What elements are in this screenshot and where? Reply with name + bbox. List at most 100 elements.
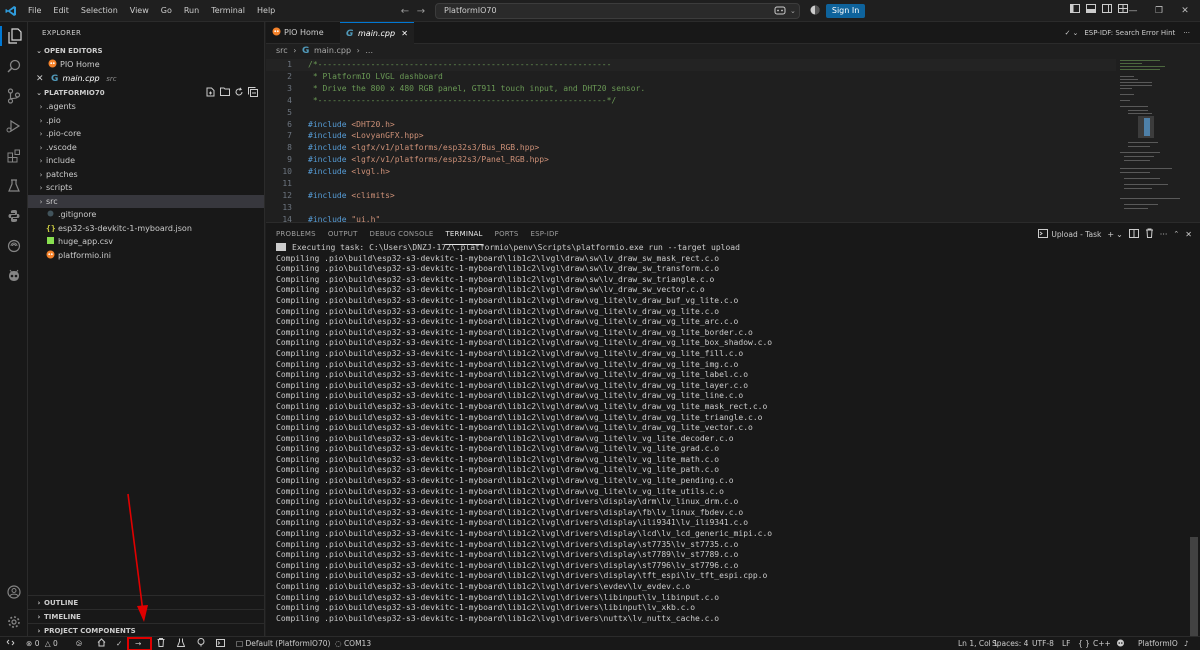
menu-file[interactable]: File bbox=[22, 0, 47, 22]
tab-ports[interactable]: PORTS bbox=[495, 223, 519, 245]
remote-icon[interactable] bbox=[4, 236, 24, 256]
problems-indicator[interactable]: ⊗ 0 △ 0 bbox=[26, 637, 58, 650]
chevron-down-icon[interactable]: ⌄ bbox=[1116, 230, 1123, 239]
new-terminal-icon[interactable] bbox=[216, 637, 225, 650]
project-components-section[interactable]: › PROJECT COMPONENTS bbox=[28, 623, 265, 637]
platformio-alien-icon[interactable] bbox=[1116, 637, 1125, 650]
tree-item-pio[interactable]: › .pio bbox=[28, 114, 264, 128]
toggle-secondary-sidebar-icon[interactable] bbox=[1102, 4, 1114, 16]
settings-gear-icon[interactable] bbox=[4, 612, 24, 632]
timeline-section[interactable]: › TIMELINE bbox=[28, 609, 265, 623]
python-icon[interactable] bbox=[4, 206, 24, 226]
tab-esp-idf[interactable]: ESP-IDF bbox=[530, 223, 558, 245]
tree-item-pio-core[interactable]: › .pio-core bbox=[28, 127, 264, 141]
maximize-panel-icon[interactable]: ⌃ bbox=[1173, 230, 1179, 238]
platformio-label[interactable]: PlatformIO bbox=[1138, 637, 1178, 650]
explorer-icon[interactable] bbox=[0, 26, 28, 46]
source-control-icon[interactable] bbox=[4, 86, 24, 106]
search-icon[interactable] bbox=[4, 56, 24, 76]
terminal-scrollbar[interactable] bbox=[1190, 537, 1198, 637]
account-globe-icon[interactable] bbox=[810, 5, 820, 17]
indentation[interactable]: Spaces: 4 bbox=[992, 637, 1028, 650]
close-panel-icon[interactable]: ✕ bbox=[1185, 230, 1192, 239]
tree-item-platformio-ini[interactable]: platformio.ini bbox=[28, 249, 264, 263]
tree-item-patches[interactable]: › patches bbox=[28, 168, 264, 182]
kill-terminal-trash-icon[interactable] bbox=[1145, 228, 1154, 240]
menu-selection[interactable]: Selection bbox=[75, 0, 124, 22]
menu-run[interactable]: Run bbox=[178, 0, 205, 22]
close-icon[interactable]: ✕ bbox=[36, 73, 48, 87]
sign-in-button[interactable]: Sign In bbox=[825, 4, 866, 18]
minimap[interactable] bbox=[1118, 58, 1192, 222]
restore-icon[interactable]: ❐ bbox=[1146, 0, 1172, 22]
open-editor-main-cpp[interactable]: ✕ Gmain.cpp src bbox=[28, 72, 264, 86]
platformio-test-flask-icon[interactable] bbox=[176, 637, 186, 650]
language-mode[interactable]: C++ bbox=[1093, 637, 1111, 650]
split-terminal-icon[interactable] bbox=[1128, 228, 1139, 240]
platformio-alien-icon[interactable] bbox=[4, 266, 24, 286]
broadcast-icon[interactable]: ⧁ bbox=[76, 637, 82, 650]
minimize-icon[interactable]: — bbox=[1120, 0, 1146, 22]
terminal-output[interactable]: Executing task: C:\Users\DNZJ-172\.platf… bbox=[276, 243, 1176, 624]
tree-item-gitignore[interactable]: .gitignore bbox=[28, 208, 264, 222]
refresh-icon[interactable] bbox=[234, 87, 244, 97]
esp-idf-search-error-hint[interactable]: ESP-IDF: Search Error Hint bbox=[1084, 22, 1175, 44]
tab-main-cpp[interactable]: Gmain.cpp ✕ bbox=[340, 22, 414, 44]
toggle-panel-icon[interactable] bbox=[1086, 4, 1098, 16]
toggle-sidebar-icon[interactable] bbox=[1070, 4, 1082, 16]
close-tab-icon[interactable]: ✕ bbox=[401, 23, 408, 45]
platformio-build-check-icon[interactable]: ✓ bbox=[116, 637, 122, 650]
new-folder-icon[interactable] bbox=[220, 87, 230, 97]
menu-terminal[interactable]: Terminal bbox=[205, 0, 251, 22]
tree-item-vscode[interactable]: › .vscode bbox=[28, 141, 264, 155]
tab-terminal[interactable]: TERMINAL bbox=[445, 223, 483, 245]
copilot-icon[interactable] bbox=[774, 6, 788, 16]
tree-item-src[interactable]: › src bbox=[28, 194, 264, 208]
platformio-home-icon[interactable] bbox=[97, 637, 106, 650]
run-debug-icon[interactable] bbox=[4, 116, 24, 136]
code-editor[interactable]: 1 /*-------------------------------------… bbox=[266, 58, 1116, 224]
check-icon[interactable]: ✓ bbox=[1065, 22, 1071, 44]
chevron-down-icon[interactable]: ⌄ bbox=[790, 7, 796, 15]
breadcrumb-src[interactable]: src bbox=[276, 46, 288, 55]
tree-item-agents[interactable]: › .agents bbox=[28, 100, 264, 114]
end-of-line[interactable]: LF bbox=[1062, 637, 1071, 650]
command-center-search[interactable]: PlatformIO70 bbox=[435, 3, 800, 19]
tab-pio-home[interactable]: PIO Home bbox=[266, 22, 340, 44]
menu-view[interactable]: View bbox=[124, 0, 155, 22]
chevron-down-icon[interactable]: ⌄ bbox=[1073, 22, 1079, 44]
breadcrumb-main-cpp[interactable]: main.cpp bbox=[314, 46, 351, 55]
close-window-icon[interactable]: ✕ bbox=[1172, 0, 1198, 22]
upload-port[interactable]: ◌ COM13 bbox=[335, 637, 371, 650]
tab-problems[interactable]: PROBLEMS bbox=[276, 223, 316, 245]
breadcrumb-symbols[interactable]: ... bbox=[365, 46, 373, 55]
open-editors-header[interactable]: ⌄ OPEN EDITORS bbox=[28, 44, 264, 58]
new-terminal-icon[interactable]: + bbox=[1107, 230, 1114, 239]
remote-indicator-icon[interactable] bbox=[6, 637, 15, 650]
menu-help[interactable]: Help bbox=[251, 0, 281, 22]
account-icon[interactable] bbox=[4, 582, 24, 602]
testing-flask-icon[interactable] bbox=[4, 176, 24, 196]
tab-output[interactable]: OUTPUT bbox=[328, 223, 358, 245]
serial-monitor-plug-icon[interactable] bbox=[197, 637, 205, 650]
tree-item-scripts[interactable]: › scripts bbox=[28, 181, 264, 195]
tab-debug-console[interactable]: DEBUG CONSOLE bbox=[370, 223, 434, 245]
file-encoding[interactable]: UTF-8 bbox=[1032, 637, 1054, 650]
tree-item-esp32-s3-devkitc-1-myboard-json[interactable]: {} esp32-s3-devkitc-1-myboard.json bbox=[28, 222, 264, 236]
more-actions-icon[interactable]: ··· bbox=[1160, 230, 1168, 239]
notifications-bell-icon[interactable]: ♪ bbox=[1184, 637, 1189, 650]
menu-go[interactable]: Go bbox=[155, 0, 178, 22]
terminal-task-label[interactable]: Upload - Task bbox=[1051, 230, 1101, 239]
collapse-all-icon[interactable] bbox=[248, 87, 258, 97]
project-environment[interactable]: □ Default (PlatformIO70) bbox=[236, 637, 330, 650]
tree-item-include[interactable]: › include bbox=[28, 154, 264, 168]
outline-section[interactable]: › OUTLINE bbox=[28, 595, 265, 609]
open-editor-pio-home[interactable]: PIO Home bbox=[28, 58, 264, 72]
forward-arrow-icon[interactable]: → bbox=[413, 6, 429, 17]
back-arrow-icon[interactable]: ← bbox=[397, 6, 413, 17]
extensions-icon[interactable] bbox=[4, 146, 24, 166]
tree-item-huge-app-csv[interactable]: huge_app.csv bbox=[28, 235, 264, 249]
new-file-icon[interactable] bbox=[206, 87, 216, 97]
platformio-clean-trash-icon[interactable] bbox=[157, 637, 165, 650]
platformio-upload-arrow-icon[interactable]: → bbox=[135, 637, 141, 650]
